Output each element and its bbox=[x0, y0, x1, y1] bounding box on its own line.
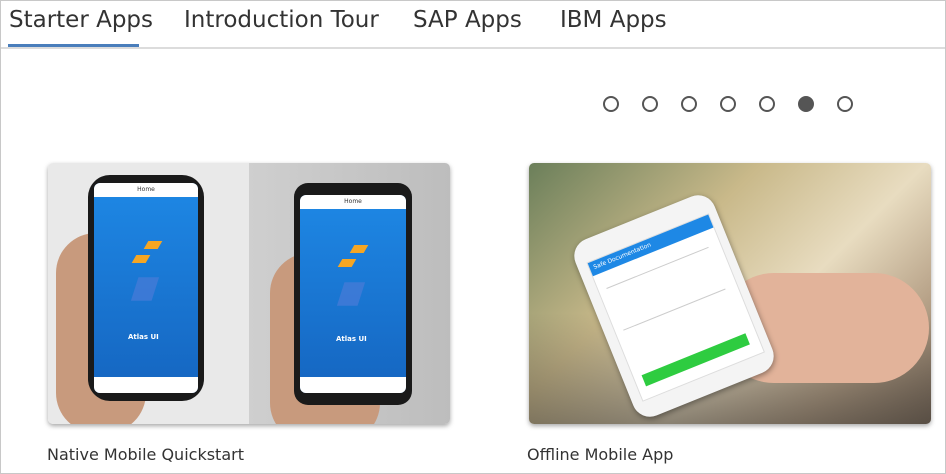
app-name-label: Atlas UI bbox=[128, 333, 159, 341]
active-tab-indicator bbox=[8, 44, 139, 47]
card-caption[interactable]: Native Mobile Quickstart bbox=[47, 445, 244, 464]
tab-bar: Starter Apps Introduction Tour SAP Apps … bbox=[1, 1, 945, 49]
phone-header: Home bbox=[94, 183, 198, 197]
cube-graphic bbox=[130, 277, 160, 301]
tab-starter-apps[interactable]: Starter Apps bbox=[9, 7, 153, 33]
phone-screen: Home Atlas UI bbox=[300, 195, 406, 393]
carousel-dot-active[interactable] bbox=[798, 96, 814, 112]
submit-bar bbox=[641, 333, 750, 387]
phone-footer bbox=[94, 377, 198, 393]
tab-introduction-tour[interactable]: Introduction Tour bbox=[184, 7, 379, 33]
carousel-dot[interactable] bbox=[681, 96, 697, 112]
carousel-dot[interactable] bbox=[759, 96, 775, 112]
card-thumbnail: Safe Documentation bbox=[529, 163, 931, 424]
carousel-dot[interactable] bbox=[837, 96, 853, 112]
phone-illustration: Home Atlas UI bbox=[88, 175, 204, 401]
tile-graphic bbox=[349, 245, 369, 253]
phone-footer bbox=[300, 377, 406, 393]
tab-ibm-apps[interactable]: IBM Apps bbox=[560, 7, 667, 33]
tile-graphic bbox=[337, 259, 357, 267]
phone-header: Safe Documentation bbox=[587, 214, 714, 277]
card-thumbnail: Home Atlas UI Home Atlas UI bbox=[48, 163, 450, 424]
carousel-dot[interactable] bbox=[603, 96, 619, 112]
tile-graphic bbox=[131, 255, 151, 263]
phone-screen: Home Atlas UI bbox=[94, 183, 198, 393]
app-name-label: Atlas UI bbox=[336, 335, 367, 343]
card-caption[interactable]: Offline Mobile App bbox=[527, 445, 673, 464]
cube-graphic bbox=[336, 282, 366, 306]
phone-illustration: Home Atlas UI bbox=[294, 183, 412, 405]
tab-sap-apps[interactable]: SAP Apps bbox=[413, 7, 522, 33]
form-row bbox=[623, 288, 726, 331]
tile-graphic bbox=[143, 241, 163, 249]
phone-header: Home bbox=[300, 195, 406, 209]
carousel-dot[interactable] bbox=[720, 96, 736, 112]
carousel-dot[interactable] bbox=[642, 96, 658, 112]
